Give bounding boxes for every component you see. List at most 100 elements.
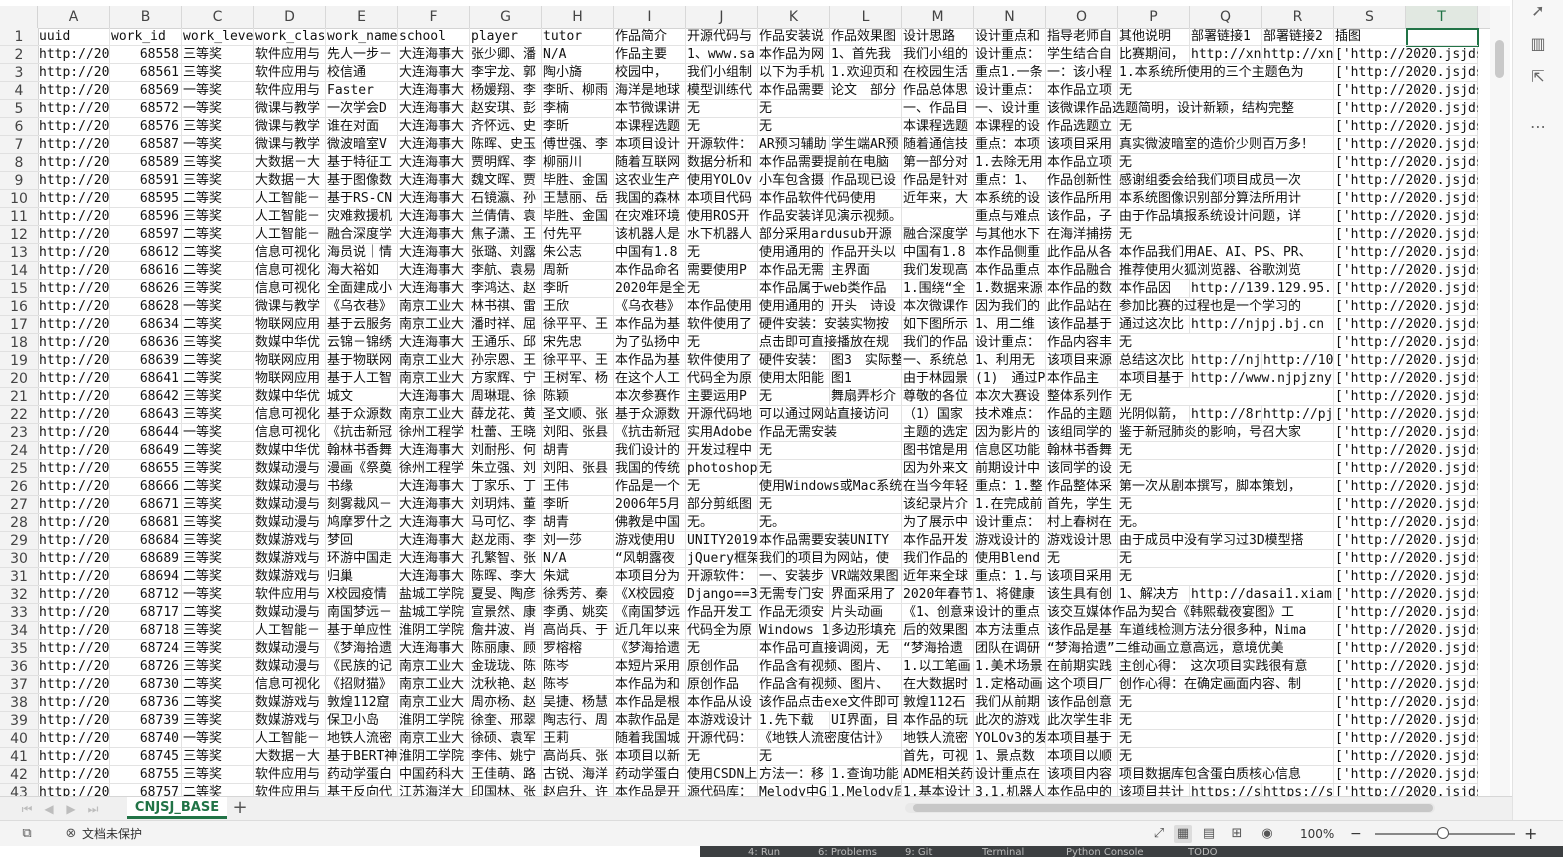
vertical-scroll-thumb[interactable]: [1495, 40, 1504, 78]
cell-a20[interactable]: http://20: [38, 370, 110, 388]
cell-o22[interactable]: 作品的主题: [1046, 406, 1118, 424]
cell-i28[interactable]: 佛教是中国: [614, 514, 686, 532]
cell-h13[interactable]: 朱公志: [542, 244, 614, 262]
cell-n32[interactable]: 1、将健康: [974, 586, 1046, 604]
cell-s9[interactable]: ['http://2020.jsjds.: [1334, 172, 1478, 190]
cell-c32[interactable]: 一等奖: [182, 586, 254, 604]
cell-h35[interactable]: 罗榕榕: [542, 640, 614, 658]
cell-r34[interactable]: [1262, 622, 1334, 640]
cell-h20[interactable]: 王树军、杨: [542, 370, 614, 388]
cell-a41[interactable]: http://20: [38, 748, 110, 766]
row-header[interactable]: 32: [0, 586, 38, 604]
cell-d27[interactable]: 数媒动漫与: [254, 496, 326, 514]
cell-d31[interactable]: 数媒游戏与: [254, 568, 326, 586]
cell-l2[interactable]: 1、首先我: [830, 46, 902, 64]
cell-d42[interactable]: 软件应用与: [254, 766, 326, 784]
page-layout-icon[interactable]: ▤: [1200, 825, 1218, 843]
normal-view-icon[interactable]: ▦: [1174, 825, 1192, 843]
cell-j40[interactable]: 开源代码：: [686, 730, 758, 748]
cell-k7[interactable]: AR预习辅助: [758, 136, 830, 154]
cell-o26[interactable]: 作品整体采: [1046, 478, 1118, 496]
cell-h10[interactable]: 王慧丽、岳: [542, 190, 614, 208]
cell-i22[interactable]: 基于众源数: [614, 406, 686, 424]
cell-j30[interactable]: jQuery框架: [686, 550, 758, 568]
cell-e23[interactable]: 《抗击新冠: [326, 424, 398, 442]
horizontal-scroll-thumb[interactable]: [913, 804, 1433, 812]
cell-a34[interactable]: http://20: [38, 622, 110, 640]
cell-g34[interactable]: 詹井波、肖: [470, 622, 542, 640]
cell-h27[interactable]: 李昕: [542, 496, 614, 514]
cell-m42[interactable]: ADME相关药: [902, 766, 974, 784]
cell-e8[interactable]: 基于特征工: [326, 154, 398, 172]
cell-g9[interactable]: 魏文晖、贾: [470, 172, 542, 190]
cell-e25[interactable]: 漫画《祭奠: [326, 460, 398, 478]
cell-d25[interactable]: 数媒动漫与: [254, 460, 326, 478]
cell-j29[interactable]: UNITY2019: [686, 532, 758, 550]
cell-j11[interactable]: 使用ROS开: [686, 208, 758, 226]
cursor-icon[interactable]: ➚: [1527, 0, 1549, 22]
cell-i10[interactable]: 我国的森林: [614, 190, 686, 208]
cell-k16[interactable]: 使用通用的: [758, 298, 830, 316]
row-header[interactable]: 28: [0, 514, 38, 532]
cell-c8[interactable]: 三等奖: [182, 154, 254, 172]
cell-b37[interactable]: 68730: [110, 676, 182, 694]
cell-m41[interactable]: 首先，可视: [902, 748, 974, 766]
cell-a25[interactable]: http://20: [38, 460, 110, 478]
cell-l21[interactable]: 舞扇弄杉介: [830, 388, 902, 406]
cell-e28[interactable]: 鸠摩罗什之: [326, 514, 398, 532]
cell-m40[interactable]: 地铁人流密: [902, 730, 974, 748]
cell-m8[interactable]: 第一部分对: [902, 154, 974, 172]
zoom-level[interactable]: 100%: [1300, 821, 1334, 847]
cell-r1[interactable]: 部署链接2: [1262, 28, 1334, 46]
column-header-b[interactable]: B: [110, 6, 182, 28]
cell-i11[interactable]: 在灾难环境: [614, 208, 686, 226]
cell-h33[interactable]: 李勇、姚奕: [542, 604, 614, 622]
cell-b13[interactable]: 68612: [110, 244, 182, 262]
cell-k43[interactable]: Melody中G: [758, 784, 830, 796]
cell-p32[interactable]: 1、解决方: [1118, 586, 1190, 604]
cell-m22[interactable]: （1）国家: [902, 406, 974, 424]
cell-r32[interactable]: [1262, 586, 1334, 604]
cell-g41[interactable]: 李伟、姚宁: [470, 748, 542, 766]
cell-a15[interactable]: http://20: [38, 280, 110, 298]
cell-e10[interactable]: 基于RS-CN: [326, 190, 398, 208]
cell-d22[interactable]: 信息可视化: [254, 406, 326, 424]
cell-i17[interactable]: 本作品为基: [614, 316, 686, 334]
cell-r23[interactable]: [1262, 424, 1334, 442]
cell-n41[interactable]: 1、景点数: [974, 748, 1046, 766]
cell-o36[interactable]: 在前期实践: [1046, 658, 1118, 676]
cell-b16[interactable]: 68628: [110, 298, 182, 316]
cell-c39[interactable]: 三等奖: [182, 712, 254, 730]
cell-i4[interactable]: 海洋是地球: [614, 82, 686, 100]
cell-f42[interactable]: 中国药科大: [398, 766, 470, 784]
cell-j34[interactable]: 代码全为原: [686, 622, 758, 640]
cell-a39[interactable]: http://20: [38, 712, 110, 730]
cell-o17[interactable]: 该作品基于: [1046, 316, 1118, 334]
cell-g6[interactable]: 齐怀远、史: [470, 118, 542, 136]
cell-c30[interactable]: 三等奖: [182, 550, 254, 568]
cell-m33[interactable]: 《1、创意来: [902, 604, 974, 622]
cell-j31[interactable]: 开源软件：: [686, 568, 758, 586]
cell-m25[interactable]: 因为外来文: [902, 460, 974, 478]
cell-d43[interactable]: 软件应用与: [254, 784, 326, 796]
cell-e26[interactable]: 书缘: [326, 478, 398, 496]
cell-i43[interactable]: 本作品是开: [614, 784, 686, 796]
row-header[interactable]: 25: [0, 460, 38, 478]
cell-h26[interactable]: 王伟: [542, 478, 614, 496]
cell-a21[interactable]: http://20: [38, 388, 110, 406]
cell-n14[interactable]: 本作品重点: [974, 262, 1046, 280]
cell-g42[interactable]: 王佳萌、路: [470, 766, 542, 784]
cell-m24[interactable]: 图书馆是用: [902, 442, 974, 460]
cell-e5[interactable]: 一次学会D: [326, 100, 398, 118]
last-sheet-icon[interactable]: ⏭: [84, 799, 102, 819]
cell-g24[interactable]: 刘耐彤、何: [470, 442, 542, 460]
cell-a12[interactable]: http://20: [38, 226, 110, 244]
cell-r16[interactable]: [1262, 298, 1334, 316]
cell-d36[interactable]: 数媒动漫与: [254, 658, 326, 676]
cell-m27[interactable]: 该纪录片介: [902, 496, 974, 514]
cell-r15[interactable]: [1262, 280, 1334, 298]
column-header-q[interactable]: Q: [1190, 6, 1262, 28]
cell-a5[interactable]: http://20: [38, 100, 110, 118]
cell-b29[interactable]: 68684: [110, 532, 182, 550]
cell-h37[interactable]: 陈岑: [542, 676, 614, 694]
